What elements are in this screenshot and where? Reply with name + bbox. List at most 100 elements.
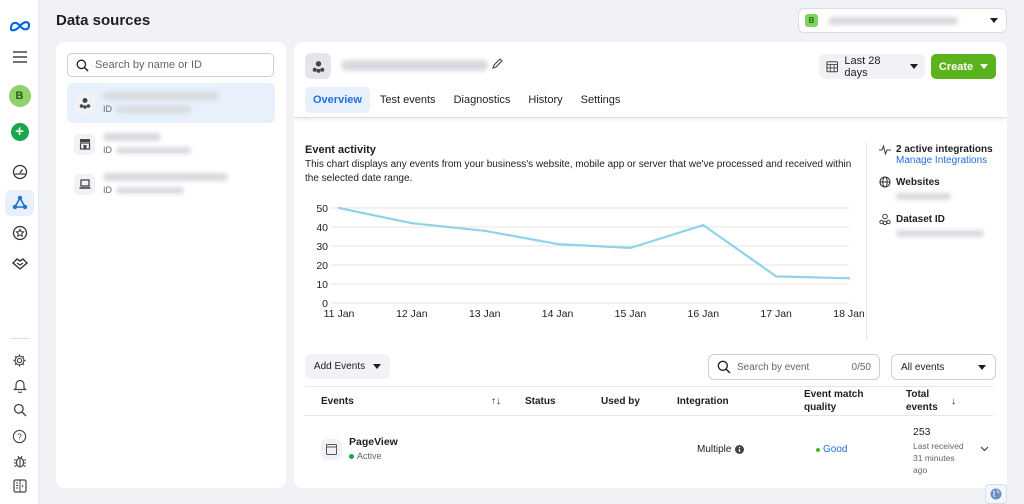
tab-overview[interactable]: Overview [305,87,370,113]
create-label: Create [938,60,974,73]
account-badge: B [805,14,818,27]
star-badge-icon [12,225,27,241]
business-account-selector[interactable]: B [798,8,1007,33]
bug-report-icon [13,455,26,468]
search-icon [717,360,731,374]
source-search-input[interactable] [95,59,265,71]
sort-total-button[interactable]: ↓ [951,387,956,415]
date-range-button[interactable]: Last 28 days [819,54,925,79]
event-total: 253 Last received 31 minutes ago [913,426,968,476]
source-name-redacted [103,133,161,141]
add-events-label: Add Events [313,361,366,372]
manage-integrations-link[interactable]: Manage Integrations [896,155,999,166]
event-match-quality: Good [816,444,847,455]
rail-item-settings[interactable] [5,347,34,373]
info-icon[interactable] [735,445,745,454]
create-button[interactable]: Create [931,54,996,79]
y-tick-label: 10 [316,279,328,291]
source-icon-box [74,133,95,155]
event-search-box[interactable]: 0/50 [708,354,880,380]
dataset-icon [312,60,324,73]
store-icon [79,139,90,150]
source-name-redacted [103,92,218,100]
rename-button[interactable] [491,58,503,73]
language-button[interactable] [985,484,1007,504]
dataset-outline-icon [879,213,891,225]
event-icon-box [321,439,342,460]
globe-icon [879,176,891,188]
rail-item-events-manager[interactable] [5,220,34,246]
source-icon-box [74,173,95,195]
account-avatar[interactable]: B [5,83,34,109]
rail-item-report-bug[interactable] [5,448,34,474]
dashboard-gauge-icon [12,164,27,180]
date-range-label: Last 28 days [844,54,881,79]
dataset-name-redacted [341,60,488,71]
data-point [702,223,705,227]
menu-icon [12,51,27,63]
event-integration: Multiple [697,444,745,455]
col-total-events: Total events [906,389,938,413]
source-id-redacted [116,105,191,113]
y-tick-label: 40 [316,222,328,234]
data-point [556,242,559,246]
data-point [847,277,851,280]
source-item[interactable]: ID [67,164,275,204]
event-status-label: Active [357,451,382,461]
dataset-info-sidebar: 2 active integrations Manage Integration… [879,144,999,250]
events-filter-select[interactable]: All events [891,354,996,380]
expand-row-button[interactable] [980,446,989,452]
y-tick-label: 30 [316,241,328,253]
menu-button[interactable] [5,44,34,70]
event-activity-description: This chart displays any events from your… [305,159,852,184]
event-search-input[interactable] [737,361,842,373]
source-search-box[interactable] [67,53,274,77]
chevron-down-icon [373,364,382,369]
data-point [483,229,486,232]
source-item[interactable]: ID [67,83,275,123]
event-name: PageView [349,436,398,448]
create-button[interactable]: + [5,119,34,145]
websites-label: Websites [896,176,940,188]
chevron-down-icon [910,64,918,69]
sort-events-button[interactable]: ↑↓ [491,387,501,415]
panel-toggle-icon [12,479,27,493]
meta-logo[interactable] [5,13,34,39]
rail-item-data-sources[interactable] [5,190,34,216]
dataset-avatar [305,53,331,79]
tab-test-events[interactable]: Test events [372,87,444,113]
chevron-down-icon [980,446,989,452]
col-status: Status [525,395,556,407]
rail-item-dashboard[interactable] [5,159,34,185]
source-item[interactable]: ID [67,124,275,164]
chart-series [337,206,851,280]
dataset-detail-panel: Overview Test events Diagnostics History… [294,42,1007,488]
table-header: Events ↑↓ Status Used by Integration Eve… [305,386,993,416]
line-chart: 01020304050 11 Jan 12 Jan 13 Jan 14 Jan 15 J… [316,203,865,320]
globe-icon [990,488,1002,500]
event-activity-section: Event activity This chart displays any e… [305,144,855,186]
y-tick-label: 50 [316,203,328,215]
x-axis-ticks: 11 Jan 12 Jan 13 Jan 14 Jan 15 Jan 16 Jan 17 J… [324,308,865,320]
data-point [337,206,341,210]
rail-item-search[interactable] [5,397,34,423]
add-events-button[interactable]: Add Events [305,354,390,379]
col-used-by: Used by [601,395,640,407]
status-dot-icon [349,453,354,459]
rail-item-partners[interactable] [5,251,34,277]
left-rail: B + ? [0,0,39,504]
rail-item-notifications[interactable] [5,372,34,398]
events-filter-value: All events [901,361,945,373]
rail-item-toggle-panel[interactable] [5,473,34,499]
table-row[interactable]: PageView Active Multiple Good 253 Last r… [305,416,993,484]
x-tick-label: 16 Jan [688,308,720,320]
tab-diagnostics[interactable]: Diagnostics [446,87,519,113]
tab-history[interactable]: History [520,87,570,113]
tab-settings[interactable]: Settings [573,87,629,113]
event-last-received: Last received 31 minutes ago [913,441,964,475]
x-tick-label: 13 Jan [469,308,501,320]
col-integration: Integration [677,395,729,407]
event-activity-chart: 0 10 20 30 40 50 11 Jan 12 Jan 13 Jan 14 Jan 15 J… [294,196,866,326]
rail-item-help[interactable]: ? [5,423,34,449]
search-icon [76,59,89,72]
